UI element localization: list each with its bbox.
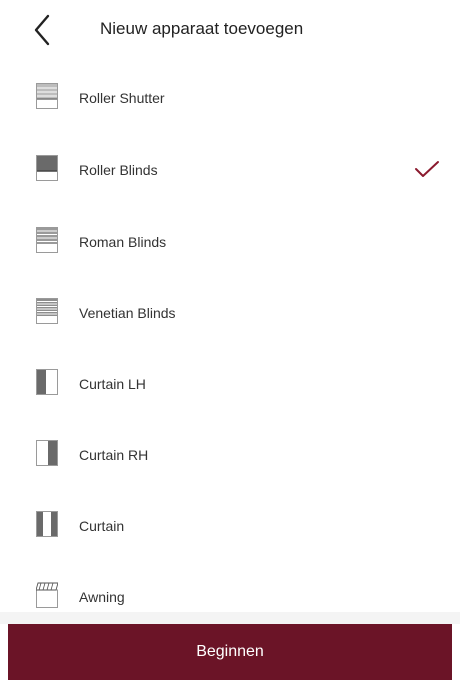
list-item-venetian-blinds[interactable]: Venetian Blinds	[0, 280, 460, 344]
chevron-left-icon	[34, 14, 50, 46]
list-item-curtain[interactable]: Curtain	[0, 493, 460, 557]
list-item-label: Roller Shutter	[79, 90, 165, 106]
roman-blinds-icon	[36, 227, 58, 253]
curtain-icon	[36, 511, 58, 537]
begin-button[interactable]: Beginnen	[8, 624, 452, 680]
list-item-roller-shutter[interactable]: Roller Shutter	[0, 66, 460, 130]
back-button[interactable]	[26, 12, 62, 48]
checkmark-icon	[415, 161, 439, 177]
header: Nieuw apparaat toevoegen	[0, 0, 460, 62]
list-item-label: Venetian Blinds	[79, 305, 176, 321]
list-item-curtain-lh[interactable]: Curtain LH	[0, 351, 460, 415]
list-item-label: Curtain LH	[79, 376, 146, 392]
device-type-list: Roller Shutter Roller Blinds Roman Blind…	[0, 62, 460, 612]
list-item-label: Curtain RH	[79, 447, 149, 463]
curtain-lh-icon	[36, 369, 58, 395]
venetian-blinds-icon	[36, 298, 58, 324]
curtain-rh-icon	[36, 440, 58, 466]
list-item-label: Curtain	[79, 518, 125, 534]
list-item-label: Roman Blinds	[79, 234, 167, 250]
roller-blinds-icon	[36, 155, 58, 181]
awning-icon	[36, 582, 58, 608]
list-item-awning[interactable]: Awning	[0, 564, 460, 612]
add-device-screen: Nieuw apparaat toevoegen Roller Shutter …	[0, 0, 460, 680]
list-item-label: Awning	[79, 589, 125, 605]
page-title: Nieuw apparaat toevoegen	[100, 19, 304, 38]
roller-shutter-icon	[36, 83, 58, 109]
footer-divider	[0, 612, 460, 624]
list-item-roman-blinds[interactable]: Roman Blinds	[0, 209, 460, 273]
list-item-roller-blinds[interactable]: Roller Blinds	[0, 138, 460, 202]
list-item-label: Roller Blinds	[79, 162, 158, 178]
list-item-curtain-rh[interactable]: Curtain RH	[0, 422, 460, 486]
